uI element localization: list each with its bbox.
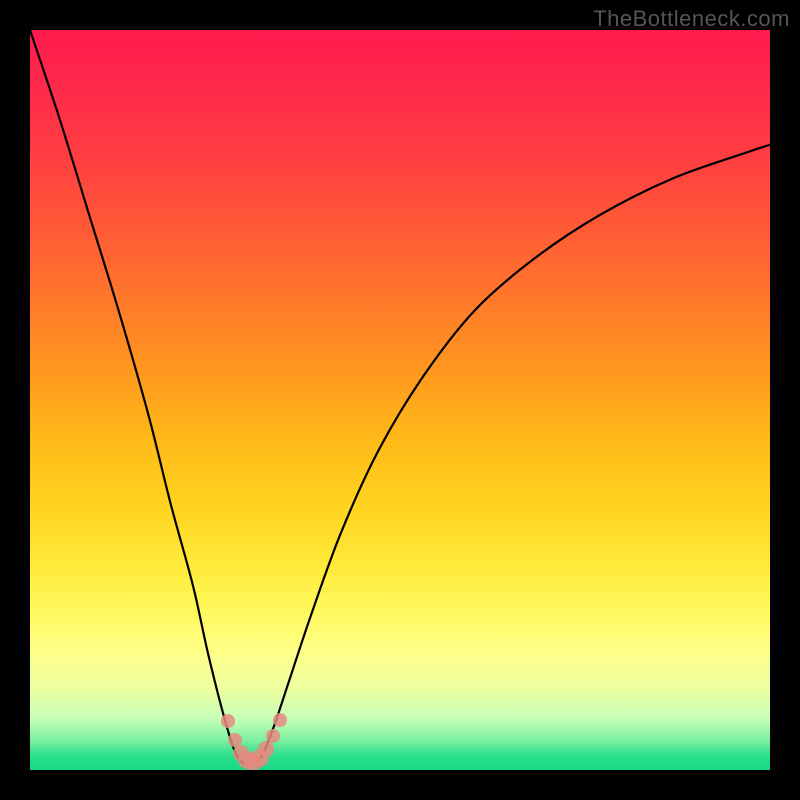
highlight-marker — [266, 729, 280, 743]
highlight-marker — [273, 713, 287, 727]
highlight-marker — [221, 714, 235, 728]
attribution-text: TheBottleneck.com — [593, 6, 790, 32]
chart-frame: TheBottleneck.com — [0, 0, 800, 800]
highlight-marker — [258, 741, 274, 757]
marker-layer — [30, 30, 770, 770]
plot-area — [30, 30, 770, 770]
